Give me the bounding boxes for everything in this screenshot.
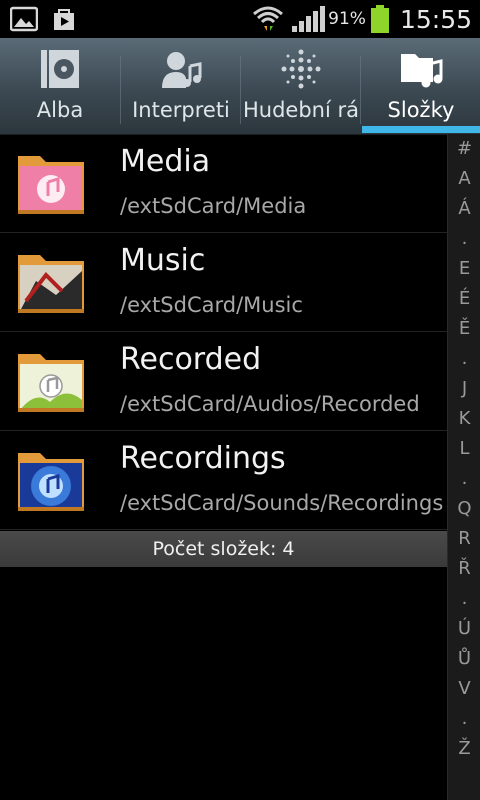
battery-icon bbox=[370, 5, 389, 33]
tab-artists[interactable]: Interpreti bbox=[121, 38, 241, 134]
list-item[interactable]: Music /extSdCard/Music bbox=[0, 233, 447, 332]
index-letter[interactable]: Ě bbox=[448, 314, 480, 344]
list-item[interactable]: Recorded /extSdCard/Audios/Recorded bbox=[0, 332, 447, 431]
index-scroller[interactable]: # A Á . E É Ě . J K L . Q R Ř . Ú Ů V . … bbox=[447, 134, 480, 800]
tab-music-square-label: Hudební rá bbox=[242, 98, 359, 122]
folder-icon bbox=[18, 354, 84, 412]
index-letter[interactable]: Q bbox=[448, 494, 480, 524]
index-letter[interactable]: É bbox=[448, 284, 480, 314]
tab-folders[interactable]: Složky bbox=[361, 38, 480, 134]
folder-path: /extSdCard/Music bbox=[120, 293, 303, 317]
tab-bar: Alba Interpreti Hudební rá Složky bbox=[0, 38, 480, 135]
index-letter[interactable]: . bbox=[448, 584, 480, 614]
folder-path: /extSdCard/Audios/Recorded bbox=[120, 392, 420, 416]
status-bar: 91% 15:55 bbox=[0, 0, 480, 38]
tab-albums[interactable]: Alba bbox=[0, 38, 120, 134]
music-square-icon bbox=[281, 49, 321, 89]
tab-folders-label: Složky bbox=[387, 98, 455, 122]
folder-name: Recordings bbox=[120, 441, 286, 476]
folder-icon bbox=[18, 453, 84, 511]
list-item[interactable]: Media /extSdCard/Media bbox=[0, 134, 447, 233]
tab-artists-label: Interpreti bbox=[132, 98, 230, 122]
battery-percent: 91% bbox=[328, 9, 366, 29]
folder-icon bbox=[18, 156, 84, 214]
index-letter[interactable]: Ž bbox=[448, 734, 480, 764]
folder-music-icon bbox=[401, 54, 443, 88]
index-letter[interactable]: Ů bbox=[448, 644, 480, 674]
folder-path: /extSdCard/Sounds/Recordings bbox=[120, 491, 444, 515]
folder-name: Media bbox=[120, 144, 211, 179]
signal-icon bbox=[292, 6, 326, 32]
list-item[interactable]: Recordings /extSdCard/Sounds/Recordings bbox=[0, 431, 447, 530]
tab-albums-label: Alba bbox=[36, 98, 84, 122]
index-letter[interactable]: . bbox=[448, 464, 480, 494]
clock: 15:55 bbox=[399, 4, 472, 34]
index-letter[interactable]: K bbox=[448, 404, 480, 434]
index-letter[interactable]: . bbox=[448, 344, 480, 374]
folder-list: Media /extSdCard/Media Music /extSdCard/… bbox=[0, 134, 447, 530]
index-letter[interactable]: V bbox=[448, 674, 480, 704]
index-letter[interactable]: L bbox=[448, 434, 480, 464]
index-letter[interactable]: R bbox=[448, 524, 480, 554]
folder-name: Music bbox=[120, 243, 206, 278]
folder-path: /extSdCard/Media bbox=[120, 194, 307, 218]
index-letter[interactable]: Ú bbox=[448, 614, 480, 644]
gallery-notification-icon bbox=[10, 6, 38, 32]
index-letter[interactable]: J bbox=[448, 374, 480, 404]
wifi-icon bbox=[253, 6, 284, 31]
folder-icon bbox=[18, 255, 84, 313]
album-icon bbox=[41, 50, 79, 88]
index-letter[interactable]: Á bbox=[448, 194, 480, 224]
index-letter[interactable]: A bbox=[448, 164, 480, 194]
folder-name: Recorded bbox=[120, 342, 262, 377]
index-letter[interactable]: E bbox=[448, 254, 480, 284]
active-tab-indicator bbox=[362, 126, 480, 133]
play-store-notification-icon bbox=[54, 9, 74, 30]
index-letter[interactable]: Ř bbox=[448, 554, 480, 584]
tab-music-square[interactable]: Hudební rá bbox=[241, 38, 361, 134]
index-letter[interactable]: # bbox=[448, 134, 480, 164]
index-letter[interactable]: . bbox=[448, 224, 480, 254]
artist-icon bbox=[162, 52, 202, 88]
folder-count: Počet složek: 4 bbox=[0, 531, 447, 567]
index-letter[interactable]: . bbox=[448, 704, 480, 734]
